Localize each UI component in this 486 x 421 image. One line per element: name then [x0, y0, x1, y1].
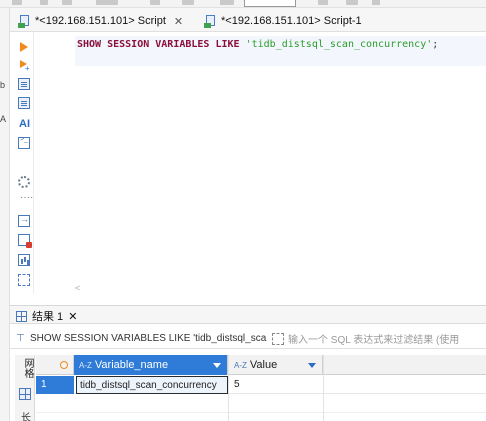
- close-icon[interactable]: ✕: [174, 15, 183, 28]
- results-view-switcher: 网格 长: [15, 355, 35, 421]
- sql-string-literal: 'tidb_distsql_scan_concurrency': [245, 39, 433, 50]
- grid-view-label[interactable]: 网格: [20, 358, 35, 378]
- results-filter-bar: ⊤ SHOW SESSION VARIABLES LIKE 'tidb_dist…: [10, 329, 486, 349]
- results-table: A-Z Variable_name A-Z Value 1 tidb_dists…: [36, 355, 486, 421]
- toolbar-icon[interactable]: [220, 0, 234, 5]
- left-panel-edge: b A: [0, 8, 10, 421]
- toolbar-icon[interactable]: [372, 0, 380, 5]
- tab-result-1[interactable]: 结果 1 ✕: [16, 308, 77, 324]
- left-strip-char: A: [0, 114, 7, 124]
- toolbar-icon[interactable]: [12, 0, 22, 5]
- row-number[interactable]: 1: [36, 376, 74, 394]
- tab-label: *<192.168.151.101> Script-1: [221, 15, 362, 27]
- toolbar-icon[interactable]: [318, 0, 328, 5]
- sql-statement[interactable]: SHOW SESSION VARIABLES LIKE 'tidb_distsq…: [77, 39, 438, 50]
- sort-az-icon: A-Z: [79, 360, 92, 370]
- import-icon[interactable]: [18, 214, 30, 227]
- close-icon[interactable]: ✕: [68, 310, 77, 323]
- editor-side-toolbar: AI ····: [10, 32, 34, 294]
- main-toolbar: [0, 0, 486, 8]
- column-label: Value: [249, 359, 278, 371]
- toolbar-icon[interactable]: [182, 0, 194, 5]
- toolbar-icon[interactable]: [40, 0, 48, 5]
- table-row[interactable]: 1 tidb_distsql_scan_concurrency 5: [36, 376, 486, 394]
- more-icon[interactable]: ····: [20, 192, 33, 204]
- run-statement-icon[interactable]: [20, 42, 28, 52]
- circle-icon: [60, 361, 68, 369]
- table-header: A-Z Variable_name A-Z Value: [36, 355, 486, 375]
- cell-value[interactable]: 5: [231, 376, 321, 394]
- tab-script[interactable]: *<192.168.151.101> Script ✕: [10, 12, 183, 30]
- filter-input[interactable]: 输入一个 SQL 表达式来过滤结果 (使用: [288, 331, 459, 346]
- result-tab-label: 结果 1: [32, 311, 64, 323]
- results-tab-bar: 结果 1 ✕: [10, 305, 486, 324]
- left-strip-char: b: [0, 80, 6, 90]
- terminal-icon[interactable]: [18, 136, 30, 149]
- settings-icon[interactable]: [18, 176, 30, 188]
- sql-script-icon: [204, 14, 217, 28]
- column-divider: [323, 355, 324, 421]
- sql-terminator: ;: [432, 39, 439, 50]
- grid-icon: [16, 310, 27, 322]
- query-text-label: SHOW SESSION VARIABLES LIKE 'tidb_distsq…: [30, 333, 267, 344]
- column-header-variable-name[interactable]: A-Z Variable_name: [74, 355, 228, 375]
- ai-icon[interactable]: AI: [19, 118, 30, 130]
- toolbar-icon[interactable]: [346, 0, 358, 5]
- toolbar-icon[interactable]: [62, 0, 72, 5]
- column-divider: [228, 355, 229, 421]
- toolbar-icon[interactable]: [150, 0, 160, 5]
- lock-icon[interactable]: [18, 234, 32, 248]
- sql-editor[interactable]: SHOW SESSION VARIABLES LIKE 'tidb_distsq…: [35, 32, 486, 294]
- tab-script-1[interactable]: *<192.168.151.101> Script-1: [196, 12, 362, 30]
- toolbar-combo[interactable]: [244, 0, 296, 7]
- grid-view-icon[interactable]: [19, 388, 31, 400]
- sql-icon: ⊤: [16, 333, 25, 344]
- run-script-icon[interactable]: [20, 60, 30, 73]
- statistics-icon[interactable]: [18, 254, 30, 266]
- column-label: Variable_name: [94, 359, 169, 371]
- sql-script-icon: [18, 14, 31, 28]
- query-text: ⊤ SHOW SESSION VARIABLES LIKE 'tidb_dist…: [10, 333, 268, 344]
- column-header-value[interactable]: A-Z Value: [229, 355, 323, 375]
- explain-icon[interactable]: [18, 78, 30, 90]
- cell-variable-name[interactable]: tidb_distsql_scan_concurrency: [76, 376, 228, 394]
- dropdown-icon[interactable]: [213, 363, 221, 368]
- tab-label: *<192.168.151.101> Script: [35, 15, 166, 27]
- row-number-header[interactable]: [36, 355, 74, 375]
- dropdown-icon[interactable]: [308, 363, 316, 368]
- text-view-label[interactable]: 长: [21, 409, 31, 421]
- scroll-left-icon[interactable]: <: [75, 283, 80, 293]
- expand-icon[interactable]: [272, 332, 284, 345]
- editor-tab-bar: *<192.168.151.101> Script ✕ *<192.168.15…: [10, 8, 486, 32]
- sort-az-icon: A-Z: [234, 360, 247, 370]
- toolbar-icon[interactable]: [96, 0, 118, 5]
- table-row-empty: [36, 395, 486, 413]
- format-icon[interactable]: [18, 97, 30, 109]
- grid-icon[interactable]: [18, 274, 30, 286]
- sql-keywords: SHOW SESSION VARIABLES LIKE: [77, 39, 240, 50]
